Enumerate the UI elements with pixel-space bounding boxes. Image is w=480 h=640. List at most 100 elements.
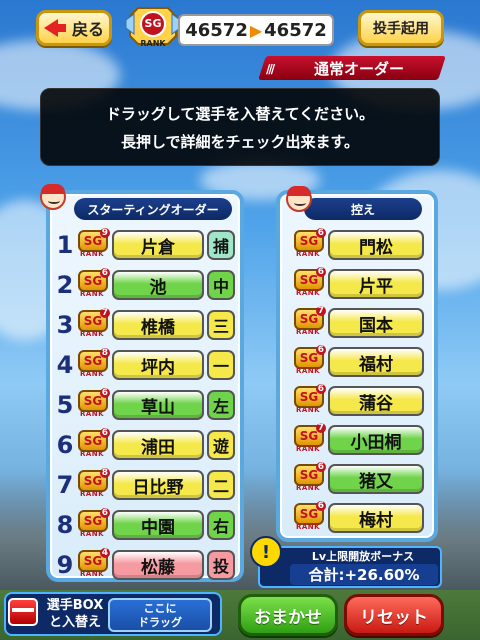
player-name[interactable]: 門松 <box>328 230 424 260</box>
player-name[interactable]: 浦田 <box>112 430 204 460</box>
player-name[interactable]: 坪内 <box>112 350 204 380</box>
bench-row[interactable]: SG 7 RANK 小田桐 <box>290 423 424 457</box>
lineup-row[interactable]: 7 SG 8 RANK 日比野二 <box>56 468 235 502</box>
player-name[interactable]: 国本 <box>328 308 424 338</box>
bench-row[interactable]: SG 6 RANK 片平 <box>290 267 424 301</box>
starting-order-title: スターティングオーダー <box>74 198 232 220</box>
player-rank-icon: SG 7 RANK <box>292 306 326 338</box>
lineup-row[interactable]: 4 SG 8 RANK 坪内一 <box>56 348 235 382</box>
fielding-position: 捕 <box>207 230 235 260</box>
rank-word: RANK <box>80 410 105 418</box>
player-name[interactable]: 猪又 <box>328 464 424 494</box>
player-name[interactable]: 小田桐 <box>328 425 424 455</box>
score-before: 46572 <box>185 19 248 41</box>
lineup-row[interactable]: 9 SG 4 RANK 松藤投 <box>56 548 235 582</box>
rank-word: RANK <box>80 250 105 258</box>
drag-drop-zone[interactable]: ここに ドラッグ <box>108 598 212 632</box>
player-name[interactable]: 片倉 <box>112 230 204 260</box>
player-rank-icon: SG 6 RANK <box>292 501 326 533</box>
rank-level: 7 <box>315 423 326 433</box>
rank-word: RANK <box>80 330 105 338</box>
player-name[interactable]: 片平 <box>328 269 424 299</box>
player-rank-icon: SG 4 RANK <box>76 548 110 580</box>
player-name[interactable]: 中園 <box>112 510 204 540</box>
rank-word: RANK <box>296 445 321 453</box>
batting-order-number: 8 <box>56 511 74 539</box>
fielding-position: 三 <box>207 310 235 340</box>
bench-panel: 控え SG 6 RANK 門松 SG 6 RANK 片平 SG 7 RANK 国本 SG 6 RANK 福村 S… <box>276 190 438 542</box>
player-rank-icon: SG 6 RANK <box>76 428 110 460</box>
auto-order-button[interactable]: おまかせ <box>238 594 338 636</box>
batting-order-number: 7 <box>56 471 74 499</box>
rank-level: 6 <box>99 428 110 438</box>
starting-order-panel: スターティングオーダー 1 SG 9 RANK 片倉捕 2 SG 6 RANK 池中 3 SG 7 RAN… <box>46 190 244 582</box>
rank-level: 6 <box>315 462 326 472</box>
player-name[interactable]: 梅村 <box>328 503 424 533</box>
batter-mascot-icon <box>40 184 66 210</box>
bench-row[interactable]: SG 6 RANK 梅村 <box>290 501 424 535</box>
rank-level: 7 <box>315 306 326 316</box>
back-button[interactable]: 戻る <box>36 10 112 46</box>
rank-level: 6 <box>99 388 110 398</box>
rank-word: RANK <box>296 289 321 297</box>
player-name[interactable]: 蒲谷 <box>328 386 424 416</box>
player-name[interactable]: 松藤 <box>112 550 204 580</box>
rank-word: RANK <box>296 484 321 492</box>
team-rank-word: RANK <box>140 39 166 48</box>
rank-word: RANK <box>296 406 321 414</box>
rank-word: RANK <box>80 530 105 538</box>
fielding-position: 投 <box>207 550 235 580</box>
player-rank-icon: SG 6 RANK <box>292 228 326 260</box>
lineup-row[interactable]: 6 SG 6 RANK 浦田遊 <box>56 428 235 462</box>
lineup-row[interactable]: 1 SG 9 RANK 片倉捕 <box>56 228 235 262</box>
player-box-label: 選手BOX と入替え <box>44 597 106 631</box>
rank-level: 6 <box>99 508 110 518</box>
bench-row[interactable]: SG 6 RANK 福村 <box>290 345 424 379</box>
rank-word: RANK <box>296 328 321 336</box>
bench-row[interactable]: SG 7 RANK 国本 <box>290 306 424 340</box>
tag-stripes-icon: /// <box>266 62 275 76</box>
bench-row[interactable]: SG 6 RANK 猪又 <box>290 462 424 496</box>
rank-word: RANK <box>296 523 321 531</box>
instruction-line-2: 長押しで詳細をチェック出来ます。 <box>120 133 360 151</box>
drop-zone-line-1: ここに <box>143 602 177 615</box>
player-rank-icon: SG 6 RANK <box>292 267 326 299</box>
batting-order-number: 1 <box>56 231 74 259</box>
batting-order-number: 5 <box>56 391 74 419</box>
bench-mascot-icon <box>286 186 312 212</box>
player-rank-icon: SG 9 RANK <box>76 228 110 260</box>
reset-button[interactable]: リセット <box>344 594 444 636</box>
rank-word: RANK <box>80 570 105 578</box>
player-name[interactable]: 池 <box>112 270 204 300</box>
rank-word: RANK <box>80 370 105 378</box>
rank-level: 8 <box>99 468 110 478</box>
lineup-row[interactable]: 5 SG 6 RANK 草山左 <box>56 388 235 422</box>
drop-zone-line-2: ドラッグ <box>138 616 182 629</box>
player-box-icon <box>8 598 38 626</box>
lineup-row[interactable]: 2 SG 6 RANK 池中 <box>56 268 235 302</box>
bench-title: 控え <box>304 198 422 220</box>
lineup-row[interactable]: 8 SG 6 RANK 中園右 <box>56 508 235 542</box>
level-bonus-value: 合計:+26.60% <box>290 564 438 585</box>
fielding-position: 左 <box>207 390 235 420</box>
pitcher-usage-button[interactable]: 投手起用 <box>358 10 444 46</box>
player-rank-icon: SG 6 RANK <box>292 384 326 416</box>
score-after: 46572 <box>264 19 327 41</box>
fielding-position: 二 <box>207 470 235 500</box>
player-name[interactable]: 椎橋 <box>112 310 204 340</box>
rank-level: 6 <box>315 384 326 394</box>
bench-row[interactable]: SG 6 RANK 門松 <box>290 228 424 262</box>
player-rank-icon: SG 6 RANK <box>292 345 326 377</box>
player-name[interactable]: 草山 <box>112 390 204 420</box>
player-rank-icon: SG 6 RANK <box>292 462 326 494</box>
rank-level: 6 <box>315 501 326 511</box>
bench-row[interactable]: SG 6 RANK 蒲谷 <box>290 384 424 418</box>
player-name[interactable]: 福村 <box>328 347 424 377</box>
player-name[interactable]: 日比野 <box>112 470 204 500</box>
lineup-row[interactable]: 3 SG 7 RANK 椎橋三 <box>56 308 235 342</box>
section-title: 通常オーダー <box>313 60 404 78</box>
batting-order-number: 4 <box>56 351 74 379</box>
player-rank-icon: SG 6 RANK <box>76 508 110 540</box>
rank-word: RANK <box>296 367 321 375</box>
player-rank-icon: SG 8 RANK <box>76 348 110 380</box>
